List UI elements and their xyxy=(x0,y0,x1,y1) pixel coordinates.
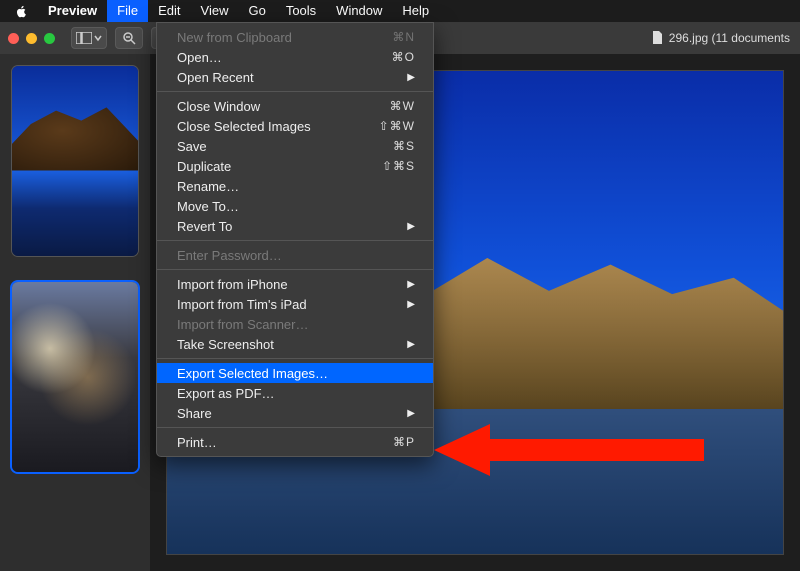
menu-item-shortcut: ⌘P xyxy=(393,435,415,449)
menubar-item-file[interactable]: File xyxy=(107,0,148,22)
chevron-right-icon: ▶ xyxy=(407,339,415,350)
thumbnail-sidebar: 535.jpg xyxy=(0,54,150,571)
menu-item-shortcut: ⇧⌘W xyxy=(379,119,415,133)
menu-item[interactable]: Duplicate⇧⌘S xyxy=(157,156,433,176)
file-menu-dropdown: New from Clipboard⌘NOpen…⌘OOpen Recent▶C… xyxy=(156,22,434,457)
menu-item-label: Revert To xyxy=(177,219,407,234)
menu-item: Enter Password… xyxy=(157,245,433,265)
menubar: Preview File Edit View Go Tools Window H… xyxy=(0,0,800,22)
chevron-right-icon: ▶ xyxy=(407,72,415,83)
menu-item-label: Open Recent xyxy=(177,70,407,85)
menu-item-label: Close Selected Images xyxy=(177,119,379,134)
menu-item[interactable]: Close Selected Images⇧⌘W xyxy=(157,116,433,136)
menu-item-shortcut: ⌘N xyxy=(392,30,415,44)
menu-item-label: Close Window xyxy=(177,99,390,114)
menu-item: Import from Scanner… xyxy=(157,314,433,334)
thumbnail[interactable] xyxy=(12,66,138,256)
menu-item-label: Import from iPhone xyxy=(177,277,407,292)
apple-logo-icon[interactable] xyxy=(14,4,28,18)
menu-item-label: Rename… xyxy=(177,179,415,194)
menu-item-label: Import from Scanner… xyxy=(177,317,415,332)
menu-item-label: Enter Password… xyxy=(177,248,415,263)
menu-item[interactable]: Open…⌘O xyxy=(157,47,433,67)
chevron-right-icon: ▶ xyxy=(407,299,415,310)
menu-separator xyxy=(157,269,433,270)
menu-item-label: Duplicate xyxy=(177,159,382,174)
menu-item[interactable]: Print…⌘P xyxy=(157,432,433,452)
menu-item-shortcut: ⌘W xyxy=(390,99,415,113)
menu-item[interactable]: Open Recent▶ xyxy=(157,67,433,87)
menubar-item-view[interactable]: View xyxy=(191,0,239,22)
chevron-right-icon: ▶ xyxy=(407,408,415,419)
menu-item[interactable]: Export as PDF… xyxy=(157,383,433,403)
menu-item-label: Print… xyxy=(177,435,393,450)
menu-item-label: Take Screenshot xyxy=(177,337,407,352)
menu-item[interactable]: Move To… xyxy=(157,196,433,216)
menu-item-label: Export Selected Images… xyxy=(177,366,415,381)
menu-item-shortcut: ⇧⌘S xyxy=(382,159,415,173)
minimize-window-button[interactable] xyxy=(26,33,37,44)
fullscreen-window-button[interactable] xyxy=(44,33,55,44)
menu-item-label: Import from Tim's iPad xyxy=(177,297,407,312)
menu-item-label: Open… xyxy=(177,50,392,65)
thumbnail[interactable]: 535.jpg xyxy=(12,282,138,472)
menu-separator xyxy=(157,427,433,428)
menu-item-label: Share xyxy=(177,406,407,421)
close-window-button[interactable] xyxy=(8,33,19,44)
menubar-item-tools[interactable]: Tools xyxy=(276,0,326,22)
menubar-item-edit[interactable]: Edit xyxy=(148,0,190,22)
menu-item[interactable]: Export Selected Images… xyxy=(157,363,433,383)
menu-item-shortcut: ⌘O xyxy=(392,50,415,64)
traffic-lights xyxy=(8,33,55,44)
menu-item[interactable]: Save⌘S xyxy=(157,136,433,156)
document-filename: 296.jpg (11 documents xyxy=(669,31,790,45)
title-document: 296.jpg (11 documents xyxy=(652,22,790,54)
chevron-right-icon: ▶ xyxy=(407,221,415,232)
chevron-right-icon: ▶ xyxy=(407,279,415,290)
menu-item[interactable]: Import from Tim's iPad▶ xyxy=(157,294,433,314)
menubar-item-go[interactable]: Go xyxy=(238,0,275,22)
menu-item-label: Move To… xyxy=(177,199,415,214)
menubar-item-help[interactable]: Help xyxy=(392,0,439,22)
menu-item[interactable]: Close Window⌘W xyxy=(157,96,433,116)
sidebar-view-button[interactable] xyxy=(71,27,107,49)
zoom-out-button[interactable] xyxy=(115,27,143,49)
menu-item[interactable]: Import from iPhone▶ xyxy=(157,274,433,294)
document-icon xyxy=(652,31,663,45)
menu-separator xyxy=(157,240,433,241)
menu-separator xyxy=(157,358,433,359)
menubar-item-window[interactable]: Window xyxy=(326,0,392,22)
menu-item-label: New from Clipboard xyxy=(177,30,392,45)
menu-item[interactable]: Take Screenshot▶ xyxy=(157,334,433,354)
menubar-app-name[interactable]: Preview xyxy=(38,0,107,22)
menu-item[interactable]: Share▶ xyxy=(157,403,433,423)
menu-item[interactable]: Rename… xyxy=(157,176,433,196)
menu-item-label: Save xyxy=(177,139,393,154)
menu-separator xyxy=(157,91,433,92)
menu-item-label: Export as PDF… xyxy=(177,386,415,401)
menu-item[interactable]: Revert To▶ xyxy=(157,216,433,236)
menu-item-shortcut: ⌘S xyxy=(393,139,415,153)
menu-item: New from Clipboard⌘N xyxy=(157,27,433,47)
